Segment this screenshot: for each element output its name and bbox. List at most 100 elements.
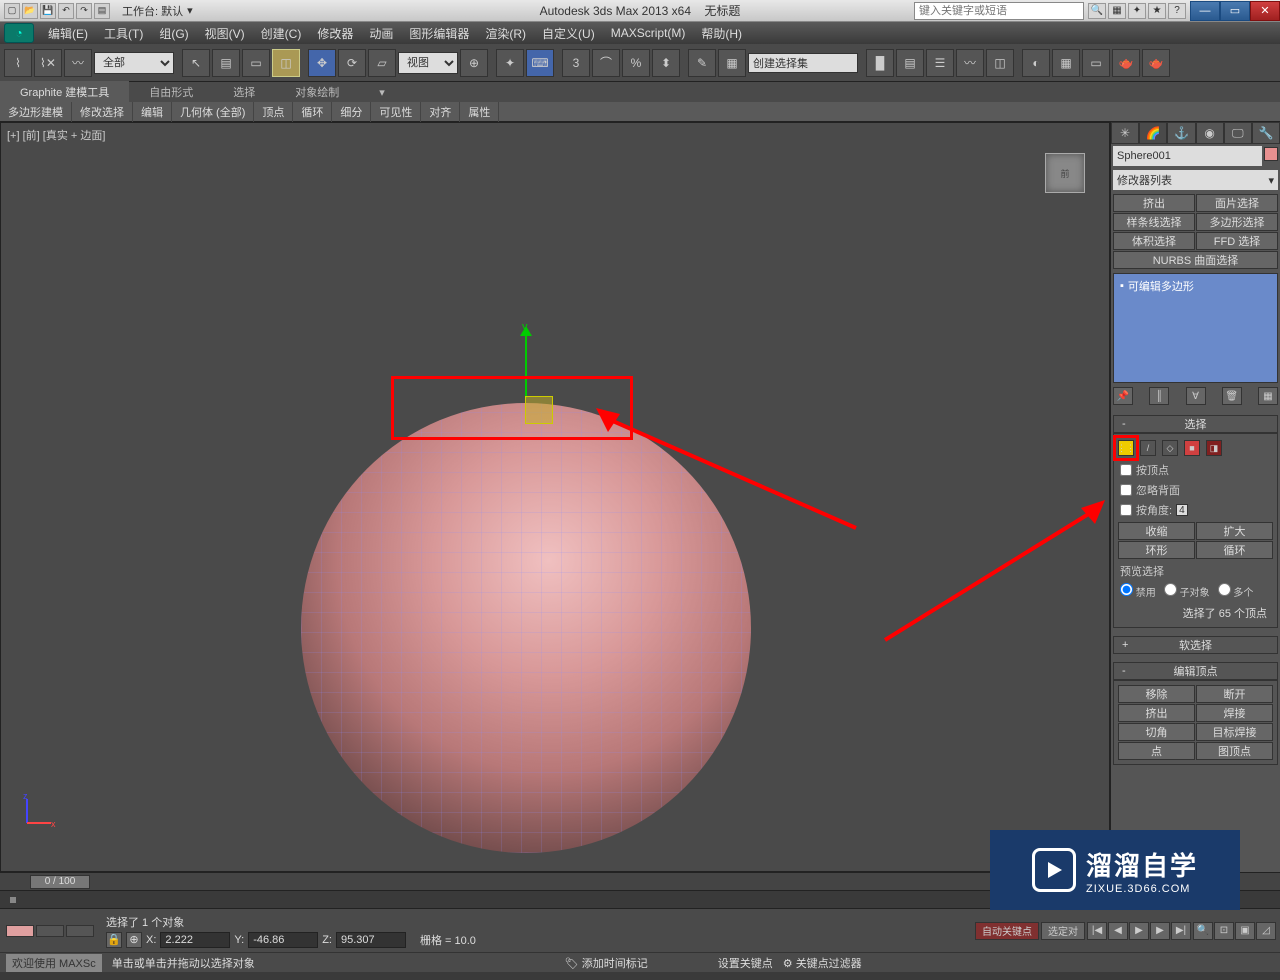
snap-toggle-icon[interactable]: 3 xyxy=(562,49,590,77)
abs-relative-icon[interactable]: ⊕ xyxy=(126,932,142,948)
goto-start-icon[interactable]: |◀ xyxy=(1087,922,1107,940)
percent-snap-icon[interactable]: % xyxy=(622,49,650,77)
menu-graph[interactable]: 图形编辑器 xyxy=(401,22,477,45)
menu-group[interactable]: 组(G) xyxy=(151,22,196,45)
panel-visibility[interactable]: 可见性 xyxy=(371,102,421,122)
radio-disable[interactable]: 禁用 xyxy=(1120,583,1156,599)
swatch-pink[interactable] xyxy=(6,925,34,937)
viewport-label[interactable]: [+] [前] [真实 + 边面] xyxy=(7,127,105,143)
coord-y[interactable]: -46.86 xyxy=(248,932,318,948)
selection-filter[interactable]: 全部 xyxy=(94,52,174,74)
viewcube[interactable]: 前 xyxy=(1045,153,1085,193)
workspace-selector[interactable]: 工作台: 默认▾ xyxy=(122,3,193,19)
rollout-selection-header[interactable]: -选择 xyxy=(1113,415,1278,433)
close-button[interactable]: ✕ xyxy=(1250,1,1280,21)
stack-item-editpoly[interactable]: ▪可编辑多边形 xyxy=(1116,276,1275,296)
grow-button[interactable]: 扩大 xyxy=(1196,522,1273,540)
minimize-button[interactable]: — xyxy=(1190,1,1220,21)
select-by-name-icon[interactable]: ▤ xyxy=(212,49,240,77)
tab-utilities-icon[interactable]: 🔧 xyxy=(1252,122,1280,144)
subobj-element-icon[interactable]: ◨ xyxy=(1206,440,1222,456)
render-iterative-icon[interactable]: 🫖 xyxy=(1142,49,1170,77)
mod-splinesel-button[interactable]: 样条线选择 xyxy=(1113,213,1195,231)
panel-align[interactable]: 对齐 xyxy=(421,102,460,122)
align-icon[interactable]: ▤ xyxy=(896,49,924,77)
coord-x[interactable]: 2.222 xyxy=(160,932,230,948)
keyboard-shortcut-icon[interactable]: ⌨ xyxy=(526,49,554,77)
ribbon-tab-selection[interactable]: 选择 xyxy=(213,81,275,103)
undo-icon[interactable]: ↶ xyxy=(58,3,74,19)
remove-mod-icon[interactable]: 🗑 xyxy=(1222,387,1242,405)
loop-button[interactable]: 循环 xyxy=(1196,541,1273,559)
application-button[interactable]: ◔ xyxy=(4,23,34,43)
menu-customize[interactable]: 自定义(U) xyxy=(534,22,603,45)
remove-iso-button[interactable]: 图顶点 xyxy=(1196,742,1273,760)
mod-patchsel-button[interactable]: 面片选择 xyxy=(1196,194,1278,212)
menu-modifiers[interactable]: 修改器 xyxy=(309,22,361,45)
select-region-icon[interactable]: ▭ xyxy=(242,49,270,77)
rollout-softsel-header[interactable]: +软选择 xyxy=(1113,636,1278,654)
swatch-gray[interactable] xyxy=(36,925,64,937)
goto-end-icon[interactable]: ▶| xyxy=(1171,922,1191,940)
rollout-editvert-header[interactable]: -编辑顶点 xyxy=(1113,662,1278,680)
target-weld-button[interactable]: 目标焊接 xyxy=(1196,723,1273,741)
menu-help[interactable]: 帮助(H) xyxy=(693,22,750,45)
window-crossing-icon[interactable]: ◫ xyxy=(272,49,300,77)
new-icon[interactable]: ▢ xyxy=(4,3,20,19)
mod-extrude-button[interactable]: 挤出 xyxy=(1113,194,1195,212)
menu-animation[interactable]: 动画 xyxy=(361,22,401,45)
panel-polymodel[interactable]: 多边形建模 xyxy=(0,102,72,122)
angle-spinner[interactable] xyxy=(1176,504,1188,516)
mod-polysel-button[interactable]: 多边形选择 xyxy=(1196,213,1278,231)
edit-named-sel-icon[interactable]: ✎ xyxy=(688,49,716,77)
menu-maxscript[interactable]: MAXScript(M) xyxy=(603,23,694,43)
save-icon[interactable]: 💾 xyxy=(40,3,56,19)
zoom-all-icon[interactable]: ⊡ xyxy=(1214,922,1234,940)
prev-frame-icon[interactable]: ◀ xyxy=(1108,922,1128,940)
menu-edit[interactable]: 编辑(E) xyxy=(40,22,96,45)
use-pivot-icon[interactable]: ⊕ xyxy=(460,49,488,77)
select-rotate-icon[interactable]: ⟳ xyxy=(338,49,366,77)
panel-modifysel[interactable]: 修改选择 xyxy=(72,102,133,122)
setkey-button[interactable]: 设置关键点 xyxy=(718,955,773,971)
object-color-swatch[interactable] xyxy=(1264,147,1278,161)
panel-geometry[interactable]: 几何体 (全部) xyxy=(172,102,254,122)
next-frame-icon[interactable]: ▶ xyxy=(1150,922,1170,940)
coord-z[interactable]: 95.307 xyxy=(336,932,406,948)
mod-nurbssel-button[interactable]: NURBS 曲面选择 xyxy=(1113,251,1278,269)
ribbon-tab-paint[interactable]: 对象绘制 xyxy=(275,81,359,103)
ribbon-tab-freeform[interactable]: 自由形式 xyxy=(129,81,213,103)
ribbon-expand-icon[interactable]: ▾ xyxy=(359,83,405,102)
mod-ffdsel-button[interactable]: FFD 选择 xyxy=(1196,232,1278,250)
tab-hierarchy-icon[interactable]: ⚓ xyxy=(1167,122,1195,144)
panel-edit[interactable]: 编辑 xyxy=(133,102,172,122)
ref-coord-system[interactable]: 视图 xyxy=(398,52,458,74)
ignore-backfacing-check[interactable]: 忽略背面 xyxy=(1116,480,1275,500)
bind-spacewarp-icon[interactable]: 〰 xyxy=(64,49,92,77)
fov-icon[interactable]: ◿ xyxy=(1256,922,1276,940)
subobj-vertex-icon[interactable]: ⋮⋮ xyxy=(1118,440,1134,456)
named-sel-sets-icon[interactable]: ▦ xyxy=(718,49,746,77)
viewport[interactable]: [+] [前] [真实 + 边面] 前 y z x xyxy=(0,122,1110,872)
modifier-list-dropdown[interactable]: 修改器列表▾ xyxy=(1113,170,1278,190)
subscription-icon[interactable]: ▦ xyxy=(1108,3,1126,19)
radio-subobj[interactable]: 子对象 xyxy=(1164,583,1210,599)
shrink-button[interactable]: 收缩 xyxy=(1118,522,1195,540)
favorite-icon[interactable]: ★ xyxy=(1148,3,1166,19)
panel-properties[interactable]: 属性 xyxy=(460,102,499,122)
sel-lock-button[interactable]: 选定对 xyxy=(1041,922,1085,940)
layers-icon[interactable]: ☰ xyxy=(926,49,954,77)
play-icon[interactable]: ▶ xyxy=(1129,922,1149,940)
named-selection-set[interactable]: 创建选择集 xyxy=(748,53,858,73)
lock-selection-icon[interactable]: 🔒 xyxy=(106,932,122,948)
help-icon[interactable]: ? xyxy=(1168,3,1186,19)
chamfer-button[interactable]: 切角 xyxy=(1118,723,1195,741)
search-icon[interactable]: 🔍 xyxy=(1088,3,1106,19)
select-object-icon[interactable]: ↖ xyxy=(182,49,210,77)
remove-button[interactable]: 移除 xyxy=(1118,685,1195,703)
menu-tools[interactable]: 工具(T) xyxy=(96,22,151,45)
extrude-button[interactable]: 挤出 xyxy=(1118,704,1195,722)
show-result-icon[interactable]: ║ xyxy=(1149,387,1169,405)
tab-modify-icon[interactable]: 🌈 xyxy=(1139,122,1167,144)
ribbon-tab-graphite[interactable]: Graphite 建模工具 xyxy=(0,81,129,103)
